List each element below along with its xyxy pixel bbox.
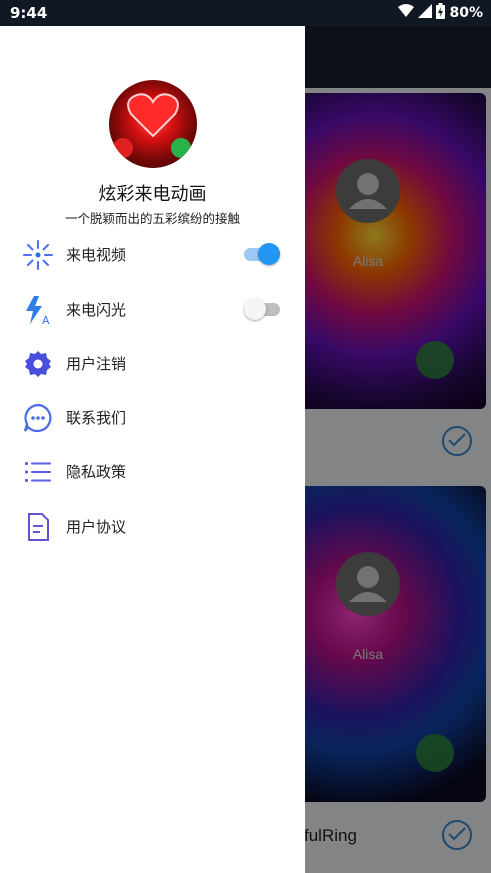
status-icons: 80% xyxy=(398,3,483,23)
menu-item-call-video[interactable]: 来电视频 xyxy=(0,227,305,281)
menu-item-label: 来电视频 xyxy=(66,246,127,264)
document-icon xyxy=(22,511,54,543)
call-video-toggle[interactable] xyxy=(244,243,280,265)
app-logo xyxy=(109,80,197,168)
call-flash-toggle[interactable] xyxy=(244,298,280,320)
navigation-drawer: 炫彩来电动画 一个脱颖而出的五彩缤纷的接触 来电视频 A 来电闪光 用户注销 联… xyxy=(0,26,305,873)
toggle-thumb xyxy=(244,298,266,320)
accept-call-icon xyxy=(171,138,191,158)
list-icon xyxy=(22,456,54,488)
gear-icon xyxy=(22,348,54,380)
menu-item-call-flash[interactable]: A 来电闪光 xyxy=(0,282,305,336)
status-bar: 9:44 80% xyxy=(0,0,491,26)
decline-call-icon xyxy=(113,138,133,158)
menu-item-contact-us[interactable]: 联系我们 xyxy=(0,390,305,444)
menu-item-label: 来电闪光 xyxy=(66,301,127,319)
cell-signal-icon xyxy=(418,4,433,22)
wifi-icon xyxy=(398,4,415,22)
menu-item-user-agreement[interactable]: 用户协议 xyxy=(0,499,305,553)
menu-item-label: 用户注销 xyxy=(66,355,127,373)
battery-icon xyxy=(436,3,446,23)
chat-bubble-icon xyxy=(22,402,54,434)
sparkle-icon xyxy=(22,239,54,271)
menu-item-label: 联系我们 xyxy=(66,409,127,427)
svg-text:A: A xyxy=(42,314,50,326)
app-name: 炫彩来电动画 xyxy=(98,184,207,205)
menu-item-label: 隐私政策 xyxy=(66,463,127,481)
status-time: 9:44 xyxy=(10,4,48,22)
toggle-thumb xyxy=(258,243,280,265)
menu-item-account-logout[interactable]: 用户注销 xyxy=(0,336,305,390)
flash-icon: A xyxy=(22,294,54,327)
menu-item-privacy-policy[interactable]: 隐私政策 xyxy=(0,444,305,498)
battery-percent: 80% xyxy=(449,5,483,21)
menu-item-label: 用户协议 xyxy=(66,518,127,536)
app-slogan: 一个脱颖而出的五彩缤纷的接触 xyxy=(64,211,240,226)
